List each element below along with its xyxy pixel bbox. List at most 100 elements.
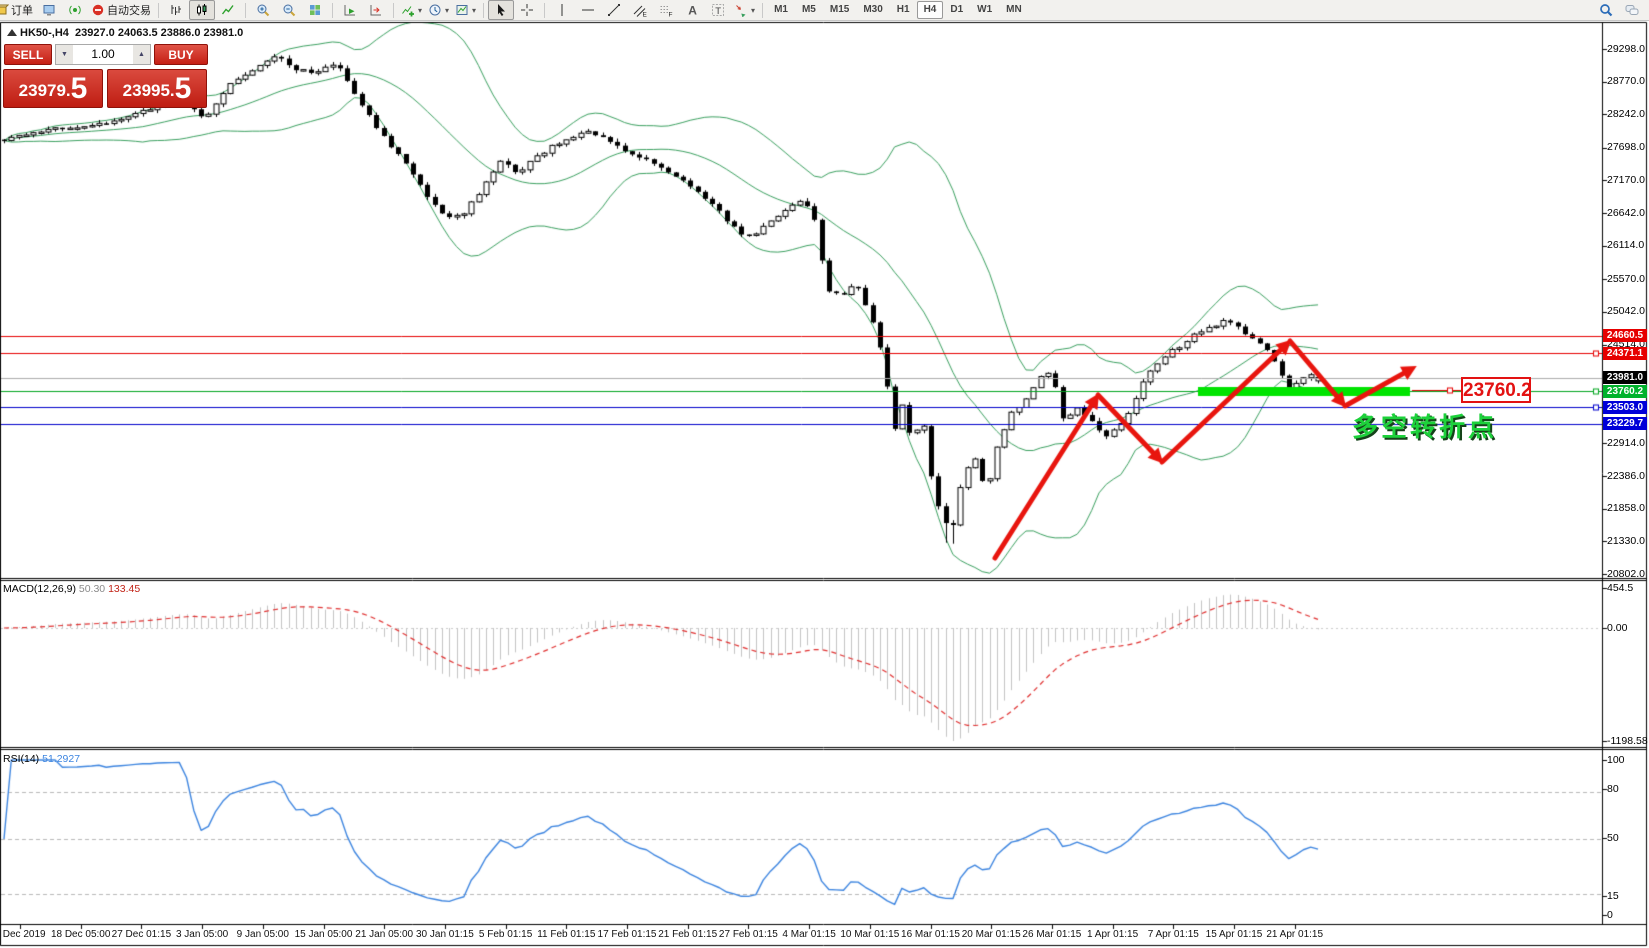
periods-icon[interactable]: ▾ bbox=[425, 0, 452, 20]
price-axis-tick: 22386.0 bbox=[1607, 470, 1645, 482]
zoom-out-icon[interactable] bbox=[276, 0, 302, 20]
svg-text:A: A bbox=[688, 4, 697, 18]
date-axis-label: 10 Mar 01:15 bbox=[840, 929, 899, 940]
macd-axis-tick: -1198.58 bbox=[1607, 735, 1648, 747]
timeframe-w1[interactable]: W1 bbox=[970, 1, 999, 19]
search-icon[interactable] bbox=[1593, 0, 1619, 20]
buy-price-button[interactable]: 23995.5 bbox=[107, 69, 207, 108]
mt4-window: 订单自动交易▾▾▾EFAT▾M1M5M15M30H1H4D1W1MN HK50-… bbox=[0, 0, 1649, 948]
date-axis-label: 17 Feb 01:15 bbox=[598, 929, 657, 940]
market-watch-icon[interactable] bbox=[36, 0, 62, 20]
one-click-toggle-icon[interactable] bbox=[7, 29, 17, 36]
timeframe-m15[interactable]: M15 bbox=[823, 1, 856, 19]
timeframe-m30[interactable]: M30 bbox=[856, 1, 889, 19]
timeframe-h4[interactable]: H4 bbox=[917, 1, 944, 19]
vertical-line-icon[interactable] bbox=[549, 0, 575, 20]
equidistant-channel-icon[interactable]: E bbox=[627, 0, 653, 20]
horizontal-line-icon[interactable] bbox=[575, 0, 601, 20]
text-label-icon[interactable]: T bbox=[705, 0, 731, 20]
price-axis-tick: 29298.0 bbox=[1607, 43, 1645, 55]
timeframe-mn[interactable]: MN bbox=[999, 1, 1029, 19]
date-axis-label: 3 Jan 05:00 bbox=[176, 929, 228, 940]
price-axis-tick: 21858.0 bbox=[1607, 502, 1645, 514]
price-axis-tick: 25042.0 bbox=[1607, 305, 1645, 317]
text-icon[interactable]: A bbox=[679, 0, 705, 20]
fibonacci-icon[interactable]: F bbox=[653, 0, 679, 20]
indicators-icon[interactable]: ▾ bbox=[398, 0, 425, 20]
volume-decrease-button[interactable]: ▼ bbox=[56, 45, 73, 64]
date-axis-label: 1 Apr 01:15 bbox=[1087, 929, 1138, 940]
rsi-axis-tick: 100 bbox=[1607, 754, 1625, 766]
templates-icon[interactable]: ▾ bbox=[452, 0, 479, 20]
price-axis-tick: 26642.0 bbox=[1607, 207, 1645, 219]
price-level-label: 23981.0 bbox=[1603, 371, 1647, 384]
crosshair-icon[interactable] bbox=[514, 0, 540, 20]
new-order-button[interactable]: 订单 bbox=[0, 0, 36, 20]
price-level-label: 24660.5 bbox=[1603, 329, 1647, 342]
buy-button[interactable]: BUY bbox=[154, 44, 208, 65]
date-axis-label: 2 Dec 2019 bbox=[0, 929, 46, 940]
volume-stepper[interactable]: ▼ 1.00 ▲ bbox=[55, 44, 151, 65]
timeframe-d1[interactable]: D1 bbox=[943, 1, 970, 19]
rsi-axis-tick: 0 bbox=[1607, 909, 1613, 921]
date-axis-label: 27 Feb 01:15 bbox=[719, 929, 778, 940]
volume-value[interactable]: 1.00 bbox=[73, 45, 133, 64]
cursor-icon[interactable] bbox=[488, 0, 514, 20]
svg-text:F: F bbox=[669, 12, 673, 18]
price-axis-tick: 28770.0 bbox=[1607, 75, 1645, 87]
date-axis-label: 30 Jan 01:15 bbox=[416, 929, 474, 940]
price-axis-tick: 27698.0 bbox=[1607, 141, 1645, 153]
candlestick-chart-icon[interactable] bbox=[189, 0, 215, 20]
date-axis-label: 21 Jan 05:00 bbox=[355, 929, 413, 940]
zoom-in-icon[interactable] bbox=[250, 0, 276, 20]
arrows-icon[interactable]: ▾ bbox=[731, 0, 758, 20]
autotrading-button[interactable]: 自动交易 bbox=[88, 0, 154, 20]
macd-axis-tick: 0.00 bbox=[1607, 622, 1627, 634]
chat-icon[interactable] bbox=[1619, 0, 1645, 20]
bar-chart-icon[interactable] bbox=[163, 0, 189, 20]
buy-price-big: 5 bbox=[175, 74, 192, 104]
date-axis-label: 18 Dec 05:00 bbox=[51, 929, 111, 940]
rsi-axis-tick: 50 bbox=[1607, 832, 1619, 844]
rsi-axis-tick: 80 bbox=[1607, 783, 1619, 795]
rsi-axis-tick: 15 bbox=[1607, 890, 1619, 902]
chart-symbol: HK50-,H4 bbox=[20, 27, 69, 39]
date-axis-label: 20 Mar 01:15 bbox=[962, 929, 1021, 940]
turning-point-note[interactable]: 多空转折点 bbox=[1352, 407, 1497, 444]
price-axis-tick: 26114.0 bbox=[1607, 239, 1644, 251]
line-chart-icon[interactable] bbox=[215, 0, 241, 20]
toolbar-separator bbox=[393, 3, 394, 18]
date-axis-label: 7 Apr 01:15 bbox=[1148, 929, 1199, 940]
volume-increase-button[interactable]: ▲ bbox=[133, 45, 150, 64]
timeframe-m5[interactable]: M5 bbox=[795, 1, 823, 19]
toolbar-separator bbox=[245, 3, 246, 18]
signals-icon[interactable] bbox=[62, 0, 88, 20]
toolbar-separator bbox=[483, 3, 484, 18]
sell-price-button[interactable]: 23979.5 bbox=[3, 69, 103, 108]
date-axis-label: 15 Jan 05:00 bbox=[295, 929, 353, 940]
toolbar-separator bbox=[332, 3, 333, 18]
price-axis-tick: 21330.0 bbox=[1607, 535, 1645, 547]
chart-canvas[interactable] bbox=[0, 0, 1649, 948]
chart-title: HK50-,H4 23927.0 24063.5 23886.0 23981.0 bbox=[20, 27, 243, 39]
chart-ohlc: 23927.0 24063.5 23886.0 23981.0 bbox=[75, 27, 243, 39]
date-axis-label: 21 Apr 01:15 bbox=[1266, 929, 1323, 940]
tile-windows-icon[interactable] bbox=[302, 0, 328, 20]
date-axis-label: 5 Feb 01:15 bbox=[479, 929, 532, 940]
rsi-label: RSI(14) 51.2927 bbox=[3, 753, 80, 765]
price-tag-annotation[interactable]: 23760.2 bbox=[1461, 377, 1531, 403]
trendline-icon[interactable] bbox=[601, 0, 627, 20]
macd-axis-tick: 454.5 bbox=[1607, 582, 1633, 594]
price-level-label: 23503.0 bbox=[1603, 401, 1647, 414]
macd-label: MACD(12,26,9) 50.30 133.45 bbox=[3, 583, 140, 595]
svg-text:E: E bbox=[643, 12, 648, 18]
sell-button[interactable]: SELL bbox=[4, 44, 52, 65]
timeframe-h1[interactable]: H1 bbox=[890, 1, 917, 19]
price-level-label: 24371.1 bbox=[1603, 347, 1647, 360]
chart-shift-icon[interactable] bbox=[363, 0, 389, 20]
timeframe-m1[interactable]: M1 bbox=[767, 1, 795, 19]
svg-text:T: T bbox=[715, 6, 721, 17]
auto-scroll-icon[interactable] bbox=[337, 0, 363, 20]
price-axis-tick: 22914.0 bbox=[1607, 437, 1645, 449]
toolbar-separator bbox=[544, 3, 545, 18]
